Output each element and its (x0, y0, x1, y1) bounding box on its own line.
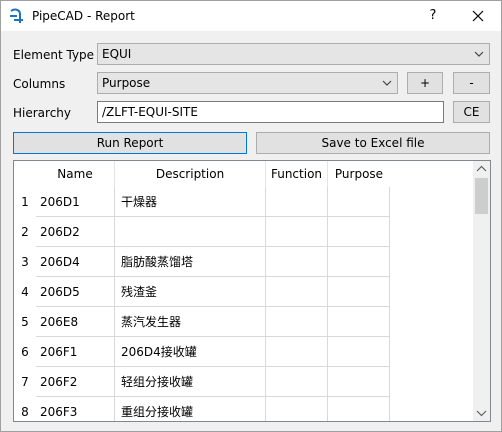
hierarchy-value: /ZLFT-EQUI-SITE (102, 105, 198, 119)
cell-name[interactable]: 206D2 (36, 217, 115, 247)
columns-value: Purpose (102, 76, 151, 90)
cell-purpose[interactable] (328, 337, 390, 367)
scrollbar-thumb[interactable] (475, 178, 488, 214)
cell-purpose[interactable] (328, 277, 390, 307)
table-row[interactable]: 3 206D4 脂肪酸蒸馏塔 (14, 247, 474, 277)
cell-function[interactable] (266, 337, 328, 367)
cell-name[interactable]: 206D4 (36, 247, 115, 277)
table-row[interactable]: 4 206D5 残渣釜 (14, 277, 474, 307)
table-row[interactable]: 5 206E8 蒸汽发生器 (14, 307, 474, 337)
close-icon[interactable] (464, 5, 492, 27)
cell-function[interactable] (266, 247, 328, 277)
column-header-name[interactable]: Name (36, 161, 115, 187)
row-number[interactable]: 3 (14, 247, 36, 277)
help-button[interactable]: ? (419, 5, 447, 27)
cell-purpose[interactable] (328, 187, 390, 217)
cell-function[interactable] (266, 307, 328, 337)
row-number[interactable]: 1 (14, 187, 36, 217)
cell-name[interactable]: 206F2 (36, 367, 115, 397)
cell-name[interactable]: 206F1 (36, 337, 115, 367)
scroll-up-arrow-icon[interactable] (473, 161, 490, 178)
chevron-down-icon (474, 51, 484, 57)
pipecad-logo-icon (10, 8, 23, 23)
cell-purpose[interactable] (328, 247, 390, 277)
cell-name[interactable]: 206E8 (36, 307, 115, 337)
columns-select[interactable]: Purpose (97, 72, 398, 94)
cell-description[interactable]: 残渣釜 (115, 277, 266, 307)
add-column-button[interactable]: + (407, 72, 443, 94)
cell-name[interactable]: 206F3 (36, 397, 115, 421)
cell-function[interactable] (266, 367, 328, 397)
ce-button[interactable]: CE (453, 101, 490, 123)
table-row[interactable]: 1 206D1 干燥器 (14, 187, 474, 217)
title-bar[interactable]: PipeCAD - Report ? (1, 1, 501, 31)
row-number[interactable]: 7 (14, 367, 36, 397)
table-header: Name Description Function Purpose (14, 161, 474, 187)
vertical-scrollbar[interactable] (473, 161, 490, 421)
cell-description[interactable]: 轻组分接收罐 (115, 367, 266, 397)
row-number[interactable]: 4 (14, 277, 36, 307)
hierarchy-input[interactable]: /ZLFT-EQUI-SITE (97, 101, 444, 123)
scroll-down-arrow-icon[interactable] (473, 404, 490, 421)
cell-function[interactable] (266, 187, 328, 217)
cell-description[interactable]: 重组分接收罐 (115, 397, 266, 421)
cell-purpose[interactable] (328, 217, 390, 247)
row-number[interactable]: 5 (14, 307, 36, 337)
chevron-down-icon (382, 80, 392, 86)
save-to-excel-button[interactable]: Save to Excel file (256, 132, 490, 154)
cell-purpose[interactable] (328, 367, 390, 397)
column-header-function[interactable]: Function (266, 161, 328, 187)
cell-purpose[interactable] (328, 307, 390, 337)
column-header-purpose[interactable]: Purpose (328, 161, 390, 187)
run-report-button[interactable]: Run Report (13, 132, 247, 154)
cell-function[interactable] (266, 397, 328, 421)
report-window: PipeCAD - Report ? Element Type EQUI Col… (0, 0, 502, 432)
columns-label: Columns (13, 77, 66, 91)
table-row[interactable]: 8 206F3 重组分接收罐 (14, 397, 474, 421)
table-row[interactable]: 6 206F1 206D4接收罐 (14, 337, 474, 367)
element-type-label: Element Type (13, 48, 95, 62)
cell-function[interactable] (266, 277, 328, 307)
row-number[interactable]: 2 (14, 217, 36, 247)
hierarchy-label: Hierarchy (13, 106, 72, 120)
row-number[interactable]: 8 (14, 397, 36, 421)
cell-function[interactable] (266, 217, 328, 247)
cell-description[interactable]: 蒸汽发生器 (115, 307, 266, 337)
cell-purpose[interactable] (328, 397, 390, 421)
cell-name[interactable]: 206D5 (36, 277, 115, 307)
element-type-value: EQUI (102, 47, 132, 61)
row-number[interactable]: 6 (14, 337, 36, 367)
element-type-select[interactable]: EQUI (97, 43, 490, 65)
cell-description[interactable]: 脂肪酸蒸馏塔 (115, 247, 266, 277)
cell-description[interactable]: 206D4接收罐 (115, 337, 266, 367)
report-table[interactable]: Name Description Function Purpose 1 206D… (13, 160, 491, 422)
window-title: PipeCAD - Report (32, 9, 135, 23)
table-row[interactable]: 7 206F2 轻组分接收罐 (14, 367, 474, 397)
cell-description[interactable] (115, 217, 266, 247)
remove-column-button[interactable]: - (453, 72, 490, 94)
cell-name[interactable]: 206D1 (36, 187, 115, 217)
table-row[interactable]: 2 206D2 (14, 217, 474, 247)
column-header-description[interactable]: Description (115, 161, 266, 187)
cell-description[interactable]: 干燥器 (115, 187, 266, 217)
